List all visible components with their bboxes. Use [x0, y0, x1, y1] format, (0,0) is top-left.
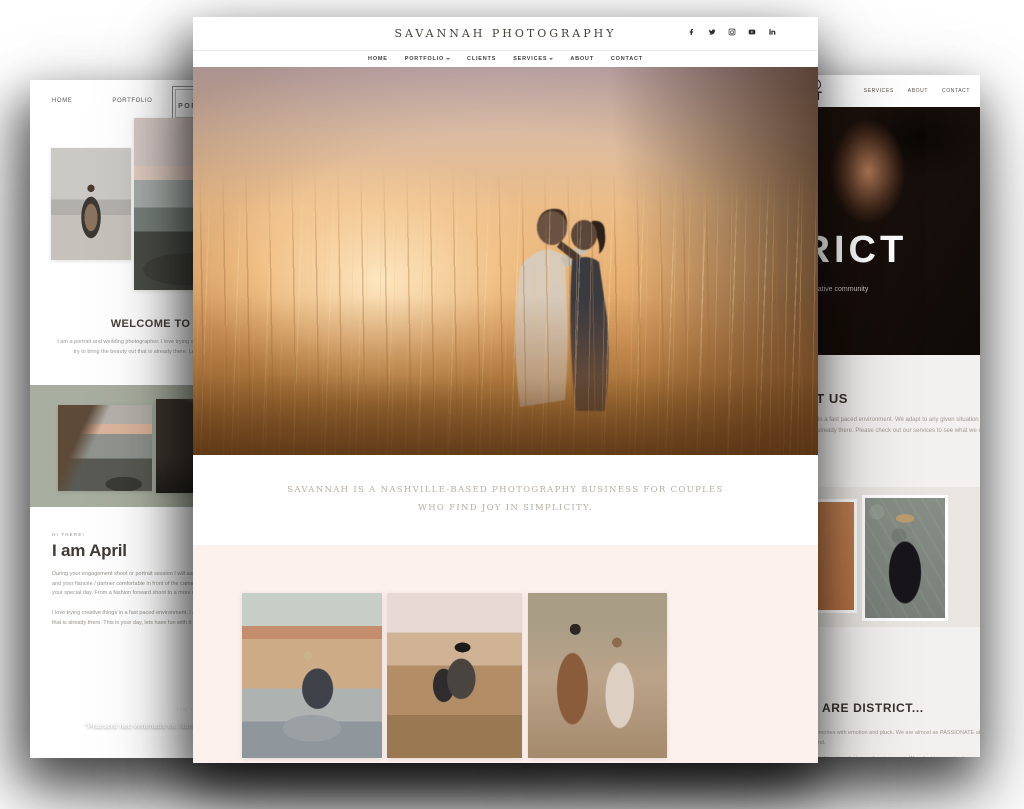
savannah-nav-home[interactable]: HOME [368, 56, 388, 62]
tagline-line-1: SAVANNAH IS A NASHVILLE-BASED PHOTOGRAPH… [287, 482, 723, 500]
chevron-down-icon [446, 58, 450, 60]
district-nav-contact[interactable]: CONTACT [942, 88, 970, 94]
linkedin-icon[interactable] [768, 28, 776, 36]
portrait-gallery-photo-cliff [58, 405, 152, 491]
savannah-site-card: SAVANNAH PHOTOGRAPHY HOME PORTFOLIO CLIE… [193, 17, 818, 763]
district-nav-services[interactable]: SERVICES [864, 88, 894, 94]
savannah-social-bar [688, 28, 776, 36]
savannah-nav-services[interactable]: SERVICES [513, 56, 553, 62]
chevron-down-icon [549, 58, 553, 60]
twitter-icon[interactable] [708, 28, 716, 36]
district-nav: SERVICES ABOUT CONTACT [864, 88, 970, 94]
district-photo-hexagon-portrait [862, 495, 948, 621]
instagram-icon[interactable] [728, 28, 736, 36]
savannah-tagline: SAVANNAH IS A NASHVILLE-BASED PHOTOGRAPH… [193, 455, 818, 545]
portrait-nav-portfolio[interactable]: PORTFOLIO [112, 98, 152, 104]
tagline-line-2: WHO FIND JOY IN SIMPLICITY. [418, 500, 593, 518]
portrait-gallery-photo-couple-sea [51, 148, 131, 260]
gallery-photo-couple-grass [387, 593, 522, 758]
savannah-hero-image [193, 67, 818, 455]
savannah-nav-about[interactable]: ABOUT [570, 56, 594, 62]
youtube-icon[interactable] [748, 28, 756, 36]
savannah-nav-clients[interactable]: CLIENTS [467, 56, 496, 62]
savannah-nav-contact[interactable]: CONTACT [611, 56, 643, 62]
gallery-photo-couple-blanket [242, 593, 382, 758]
gallery-photo-couple-standing [528, 593, 667, 758]
savannah-nav-portfolio[interactable]: PORTFOLIO [405, 56, 450, 62]
savannah-gallery-section [193, 545, 818, 763]
hero-vignette [193, 67, 818, 455]
design-mockup-stage: HOME PORTFOLIO CLIENTS THE PORTRAIT WELC… [0, 0, 1024, 809]
district-nav-about[interactable]: ABOUT [908, 88, 928, 94]
savannah-nav: HOME PORTFOLIO CLIENTS SERVICES ABOUT CO… [193, 50, 818, 67]
portrait-nav-home[interactable]: HOME [52, 98, 72, 104]
facebook-icon[interactable] [688, 28, 696, 36]
